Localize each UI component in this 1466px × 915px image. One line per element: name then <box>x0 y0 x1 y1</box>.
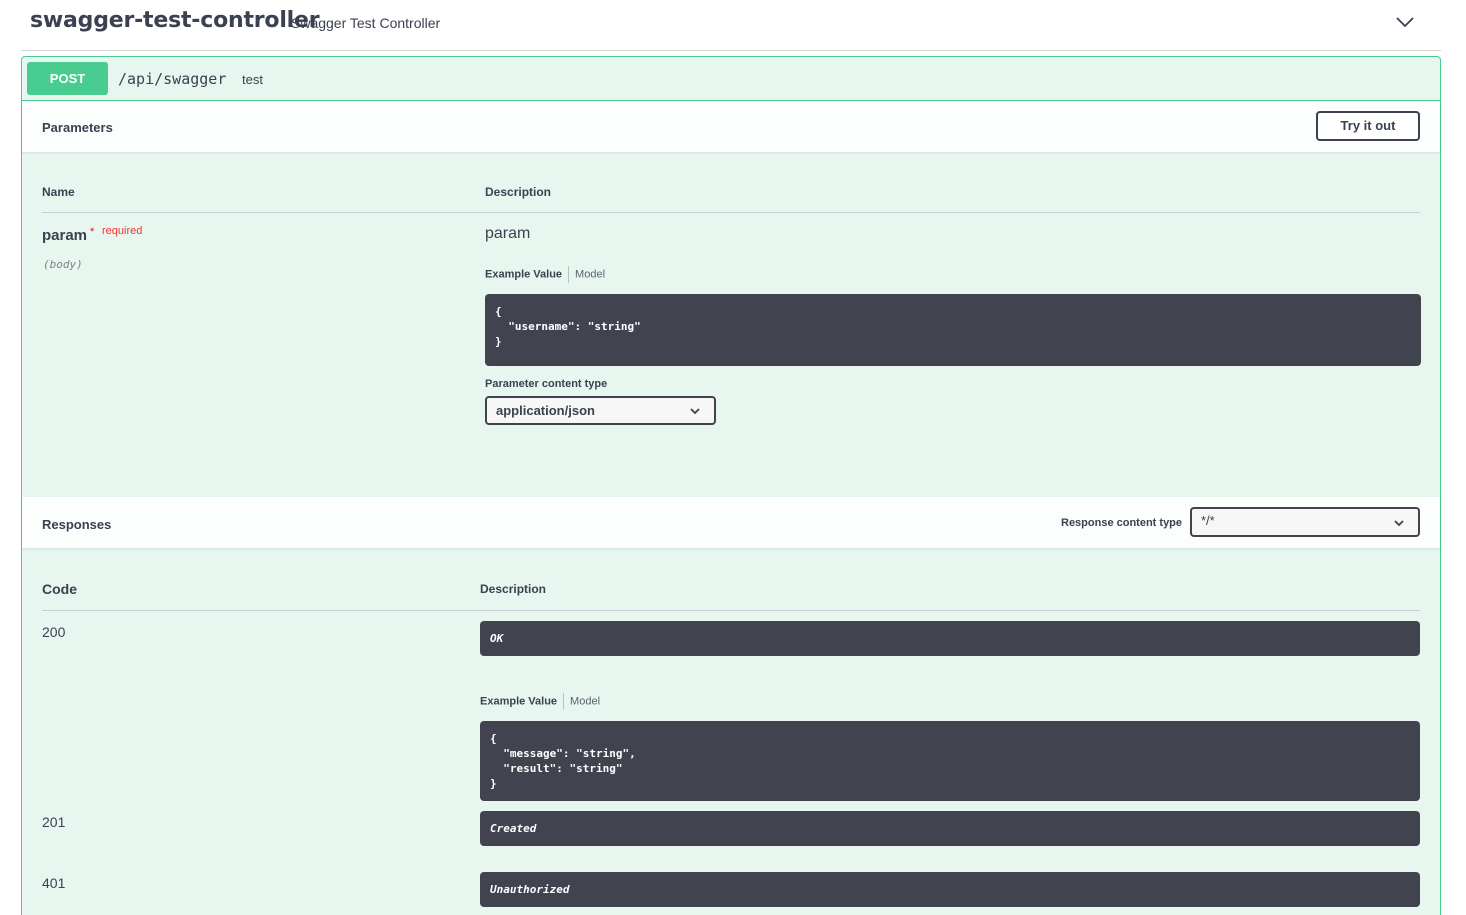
response-example-code: { "message": "string", "result": "string… <box>480 721 1420 801</box>
col-description-header: Description <box>485 185 552 199</box>
response-content-type-value: */* <box>1201 513 1215 528</box>
response-content-type-label: Response content type <box>1061 517 1183 529</box>
param-name: param <box>42 227 88 244</box>
parameters-title: Parameters <box>42 120 113 135</box>
responses-header: Responses Response content type */* <box>22 497 1440 548</box>
response-code: 401 <box>42 875 66 891</box>
chevron-down-icon <box>690 408 700 415</box>
tab-model[interactable]: Model <box>575 268 605 280</box>
col-response-description-header: Description <box>480 582 547 596</box>
divider <box>42 610 1420 611</box>
tag-header[interactable]: swagger-test-controller Swagger Test Con… <box>21 0 1441 51</box>
operation-summary[interactable]: POST /api/swagger test <box>22 57 1440 101</box>
operation-path: /api/swagger <box>118 70 227 88</box>
tag-title[interactable]: swagger-test-controller <box>30 8 320 33</box>
responses-title: Responses <box>42 517 112 532</box>
try-it-out-button[interactable]: Try it out <box>1316 111 1420 141</box>
response-code: 201 <box>42 814 66 830</box>
tab-model[interactable]: Model <box>570 695 600 707</box>
response-content-type-select[interactable]: */* <box>1190 507 1420 537</box>
param-example-tabs: Example Value Model <box>485 266 605 283</box>
required-label: required <box>102 225 143 237</box>
param-content-type-value: application/json <box>496 403 595 418</box>
col-code-header: Code <box>42 581 77 597</box>
operation-block: POST /api/swagger test Parameters Try it… <box>21 56 1441 915</box>
tag-description: Swagger Test Controller <box>291 15 441 31</box>
chevron-down-icon <box>1394 520 1404 527</box>
tab-divider <box>563 693 565 710</box>
chevron-down-icon[interactable] <box>1395 12 1415 32</box>
tab-example-value[interactable]: Example Value <box>485 268 562 280</box>
operation-summary-text: test <box>242 72 263 87</box>
parameters-header: Parameters Try it out <box>22 101 1440 152</box>
response-code: 200 <box>42 624 66 640</box>
param-example-code: { "username": "string" } <box>485 294 1421 366</box>
response-description: Unauthorized <box>480 872 1420 907</box>
param-description: param <box>485 225 531 242</box>
param-content-type-label: Parameter content type <box>485 378 608 390</box>
response-description: OK <box>480 621 1420 656</box>
method-badge: POST <box>27 62 108 95</box>
response-description: Created <box>480 811 1420 846</box>
param-location: (body) <box>43 258 83 271</box>
response-example-tabs: Example Value Model <box>480 693 600 710</box>
param-content-type-select[interactable]: application/json <box>485 396 716 425</box>
tab-divider <box>568 266 570 283</box>
tab-example-value[interactable]: Example Value <box>480 695 557 707</box>
col-name-header: Name <box>42 185 75 199</box>
required-star: * <box>90 226 95 238</box>
divider <box>42 212 1420 213</box>
